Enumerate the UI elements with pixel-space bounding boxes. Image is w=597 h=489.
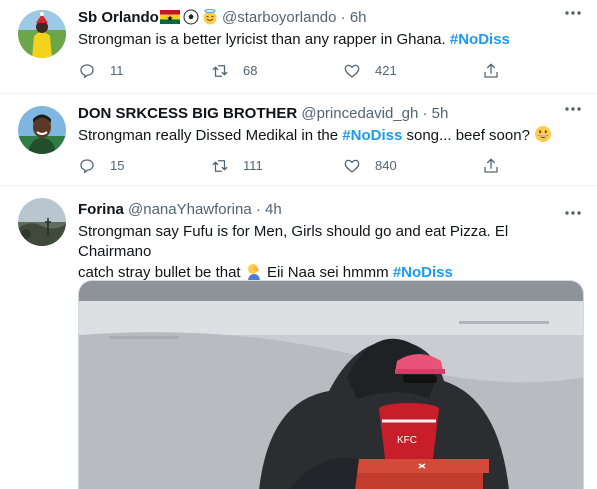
like-count: 421 bbox=[375, 63, 397, 78]
more-icon[interactable] bbox=[563, 102, 583, 116]
like-button[interactable]: 421 bbox=[343, 61, 397, 81]
share-button[interactable] bbox=[482, 156, 500, 176]
soccer-ball-icon bbox=[183, 9, 199, 25]
tweet[interactable]: Forina @nanaYhawforina · 4h Strongman sa… bbox=[0, 186, 597, 489]
tweet-text-before: Strongman really Dissed Medikal in the bbox=[78, 127, 339, 144]
like-count: 840 bbox=[375, 158, 397, 173]
share-button[interactable] bbox=[482, 61, 500, 81]
tweet-text-body: Strongman is a better lyricist than any … bbox=[78, 31, 446, 48]
display-name[interactable]: Forina bbox=[78, 201, 124, 218]
avatar[interactable] bbox=[18, 10, 66, 58]
tweet-text-line2-before: catch stray bullet be that bbox=[78, 264, 241, 281]
reply-count: 11 bbox=[110, 63, 124, 78]
handle[interactable]: @nanaYhawforina bbox=[128, 201, 252, 218]
hashtag-link[interactable]: #NoDiss bbox=[342, 127, 402, 144]
like-icon bbox=[344, 159, 360, 173]
svg-text:KFC: KFC bbox=[397, 435, 417, 446]
separator: · bbox=[422, 105, 428, 122]
halo-smile-icon bbox=[203, 9, 217, 25]
person-facepalming-icon bbox=[247, 264, 260, 280]
retweet-button[interactable]: 68 bbox=[211, 61, 257, 81]
tweet-text-line1: Strongman say Fufu is for Men, Girls sho… bbox=[78, 223, 509, 260]
timestamp[interactable]: 4h bbox=[265, 201, 282, 218]
retweet-icon bbox=[212, 65, 228, 77]
reply-icon bbox=[80, 159, 94, 174]
tweet-text: Strongman say Fufu is for Men, Girls sho… bbox=[78, 222, 583, 283]
separator: · bbox=[340, 9, 346, 26]
tweet-actions: 11 68 421 bbox=[78, 61, 583, 81]
tweet-text-line2-after: Eii Naa sei hmmm bbox=[266, 264, 389, 281]
grinning-face-icon bbox=[535, 126, 552, 142]
like-icon bbox=[344, 64, 360, 78]
timestamp[interactable]: 6h bbox=[350, 9, 367, 26]
retweet-count: 68 bbox=[243, 63, 258, 78]
display-name[interactable]: DON SRKCESS BIG BROTHER bbox=[78, 105, 297, 122]
share-icon bbox=[484, 158, 498, 173]
handle[interactable]: @princedavid_gh bbox=[301, 105, 418, 122]
share-icon bbox=[484, 63, 498, 78]
reply-icon bbox=[80, 64, 94, 79]
more-icon[interactable] bbox=[563, 6, 583, 20]
tweet-media-image[interactable]: KFC bbox=[78, 280, 584, 489]
reply-button[interactable]: 11 bbox=[78, 61, 124, 81]
like-button[interactable]: 840 bbox=[343, 156, 397, 176]
tweet-text: Strongman is a better lyricist than any … bbox=[78, 30, 583, 50]
tweet[interactable]: DON SRKCESS BIG BROTHER @princedavid_gh … bbox=[0, 94, 597, 186]
tweet[interactable]: Sb Orlando @starboyorlando · 6h Strongma… bbox=[0, 0, 597, 94]
separator: · bbox=[255, 201, 261, 218]
hashtag-link[interactable]: #NoDiss bbox=[393, 264, 453, 281]
ghana-flag-icon bbox=[159, 10, 180, 24]
tweet-actions: 15 111 840 bbox=[78, 156, 583, 176]
retweet-button[interactable]: 111 bbox=[211, 156, 263, 176]
timestamp[interactable]: 5h bbox=[432, 105, 449, 122]
avatar[interactable] bbox=[18, 106, 66, 154]
hashtag-link[interactable]: #NoDiss bbox=[450, 31, 510, 48]
tweet-text: Strongman really Dissed Medikal in the #… bbox=[78, 125, 583, 146]
display-name[interactable]: Sb Orlando bbox=[78, 9, 159, 26]
tweet-text-after: song... beef soon? bbox=[406, 127, 530, 144]
avatar[interactable] bbox=[18, 198, 66, 246]
reply-count: 15 bbox=[110, 158, 125, 173]
handle[interactable]: @starboyorlando bbox=[222, 9, 336, 26]
retweet-count: 111 bbox=[243, 158, 263, 173]
more-icon[interactable] bbox=[563, 206, 583, 220]
reply-button[interactable]: 15 bbox=[78, 156, 124, 176]
retweet-icon bbox=[212, 160, 228, 172]
